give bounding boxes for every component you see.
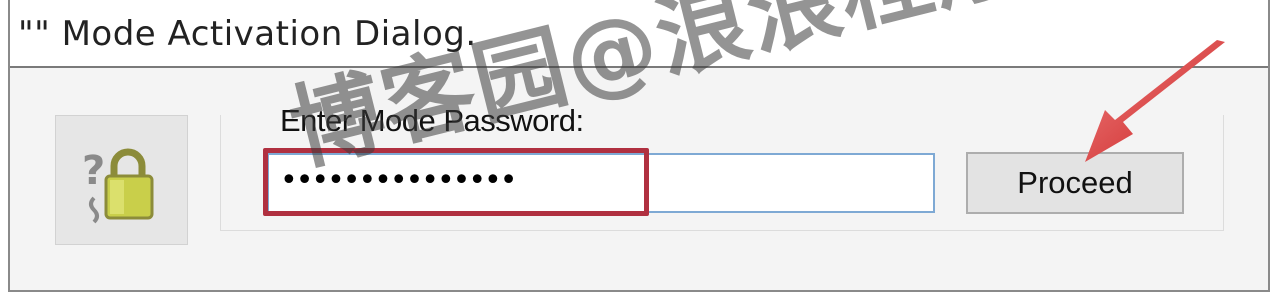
- lock-question-icon: ?: [82, 148, 154, 224]
- mode-activation-dialog: "" Mode Activation Dialog. ? Enter Mode …: [0, 0, 1277, 294]
- arrow-annotation-icon: [1085, 40, 1225, 162]
- svg-text:?: ?: [82, 148, 105, 194]
- dialog-title: "" Mode Activation Dialog.: [18, 14, 477, 54]
- password-highlight-box: [263, 148, 649, 216]
- password-label: Enter Mode Password:: [280, 103, 584, 138]
- lock-icon-tile: ?: [55, 115, 188, 245]
